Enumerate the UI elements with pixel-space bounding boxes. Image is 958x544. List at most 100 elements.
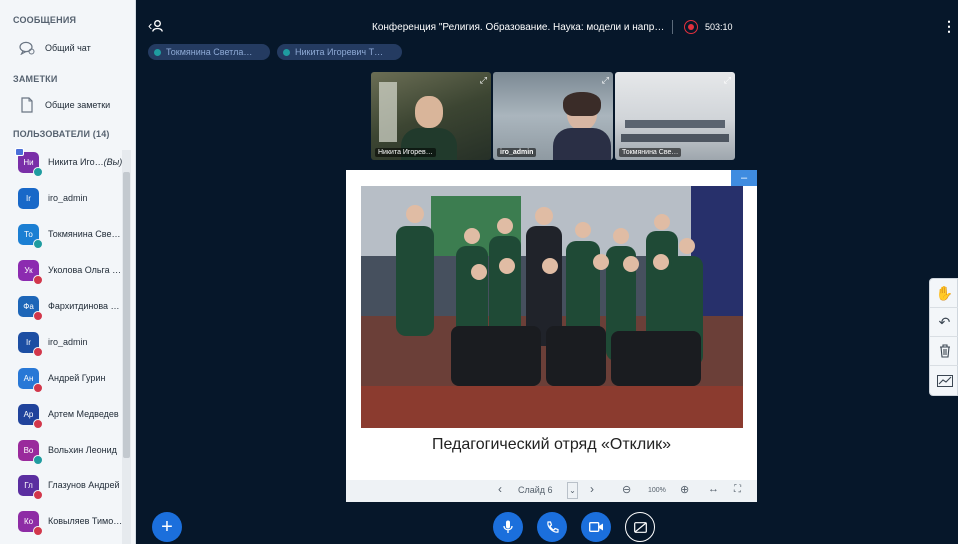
person-body — [553, 128, 611, 160]
audio-status-icon — [33, 489, 43, 500]
user-name-text: Токмянина Све… — [48, 229, 121, 239]
group-photo-image — [361, 186, 743, 428]
user-list-item[interactable]: Ir iro_admin — [18, 186, 122, 210]
top-bar: ‹ Конференция "Религия. Образование. Нау… — [136, 14, 958, 40]
zoom-in-icon[interactable]: ⊕ — [680, 483, 689, 496]
fullscreen-icon[interactable]: ⛶ — [734, 484, 741, 495]
minimize-presentation-button[interactable]: – — [731, 170, 757, 186]
trash-icon[interactable] — [930, 337, 958, 366]
user-name-text: Ковыляев Тимо… — [48, 516, 122, 526]
user-list-item[interactable]: Гл Глазунов Андрей — [18, 473, 122, 500]
audio-status-icon — [33, 346, 43, 357]
chart-icon[interactable] — [930, 366, 958, 395]
undo-icon[interactable]: ↶ — [930, 308, 958, 337]
classroom-desks — [625, 120, 725, 128]
avatar: Фа — [18, 295, 43, 321]
user-name-text: Уколова Ольга … — [48, 265, 122, 275]
user-list-item[interactable]: Ни Никита Иго…(Вы) — [15, 147, 122, 177]
webcam-label: Токмянина Све… — [619, 148, 682, 157]
user-name-text: iro_admin — [48, 193, 88, 203]
avatar-initials: Ir — [26, 337, 31, 347]
expand-icon[interactable]: ⤢ — [602, 75, 609, 86]
user-name-text: Вольхин Леонид — [48, 445, 117, 455]
messages-section-title: СООБЩЕНИЯ — [13, 15, 77, 25]
slide-dropdown-icon[interactable]: ⌄ — [567, 482, 578, 499]
avatar-initials: Ir — [26, 193, 31, 203]
avatar: Ко — [18, 510, 43, 536]
previous-slide-icon[interactable]: ‹ — [498, 482, 502, 496]
expand-icon[interactable]: ⤢ — [480, 75, 487, 86]
avatar-initials: То — [24, 229, 33, 239]
zoom-out-icon[interactable]: ⊖ — [622, 483, 631, 496]
audio-status-icon — [33, 418, 43, 429]
user-name: Вольхин Леонид — [48, 445, 117, 455]
avatar-initials: Гл — [24, 480, 33, 490]
expand-icon[interactable]: ⤢ — [724, 75, 731, 86]
user-name: Глазунов Андрей — [48, 480, 120, 490]
avatar: Гл — [18, 474, 43, 500]
users-section-title: ПОЛЬЗОВАТЕЛИ (14) — [13, 129, 110, 139]
users-scrollbar[interactable] — [122, 150, 131, 544]
conference-title: Конференция "Религия. Образование. Наука… — [372, 22, 665, 33]
webcam-label: Никита Игорев… — [375, 148, 436, 157]
camera-icon[interactable] — [581, 512, 611, 542]
audio-status-icon — [33, 525, 43, 536]
user-name-text: Никита Иго… — [48, 157, 104, 167]
user-name: iro_admin — [48, 337, 88, 347]
user-name: Уколова Ольга … — [48, 265, 121, 275]
window-light — [379, 82, 397, 142]
user-list-item[interactable]: Фа Фархитдинова … — [18, 294, 122, 321]
screen-share-icon[interactable] — [625, 512, 655, 542]
user-list-item[interactable]: Ir iro_admin — [18, 330, 122, 357]
notes-section-title: ЗАМЕТКИ — [13, 74, 58, 84]
shared-notes-link[interactable]: Общие заметки — [18, 94, 110, 116]
talker-indicator-1[interactable]: Токмянина Светла… — [148, 44, 270, 60]
avatar-initials: Во — [23, 445, 34, 455]
phone-icon[interactable] — [537, 512, 567, 542]
main-area: ‹ Конференция "Религия. Образование. Нау… — [136, 0, 958, 544]
avatar-initials: Ар — [23, 409, 34, 419]
user-name-text: Глазунов Андрей — [48, 480, 120, 490]
avatar: Ir — [18, 187, 39, 209]
user-list-item[interactable]: Ко Ковыляев Тимо… — [18, 509, 122, 536]
public-chat-label: Общий чат — [45, 43, 91, 53]
recording-icon[interactable] — [684, 20, 698, 34]
zoom-level: 100% — [648, 487, 666, 494]
public-chat-link[interactable]: Общий чат — [18, 37, 91, 59]
document-icon — [18, 96, 36, 114]
fit-width-icon[interactable]: ↔ — [708, 483, 719, 495]
options-menu-icon[interactable]: ⋮ — [942, 18, 956, 35]
microphone-icon[interactable] — [493, 512, 523, 542]
you-marker: (Вы) — [103, 157, 122, 167]
user-list-item[interactable]: Ар Артем Медведев — [18, 402, 122, 429]
webcam-tile-3[interactable]: ⤢ Токмянина Све… — [615, 72, 735, 160]
avatar-initials: Ан — [23, 373, 34, 383]
avatar-initials: Ук — [24, 265, 33, 275]
user-name: Токмянина Све… — [48, 229, 120, 239]
sidebar: СООБЩЕНИЯ Общий чат ЗАМЕТКИ Общие заметк… — [0, 0, 136, 544]
user-name: Ковыляев Тимо… — [48, 516, 122, 526]
talker-name: Токмянина Светла… — [166, 47, 253, 57]
avatar-initials: Ко — [23, 516, 34, 526]
user-list-item[interactable]: Ан Андрей Гурин — [18, 366, 122, 393]
avatar: Во — [18, 439, 43, 465]
slide-selector[interactable]: Слайд 6 — [518, 485, 553, 495]
user-list-item[interactable]: Во Вольхин Леонид — [18, 438, 122, 465]
user-name: Артем Медведев — [48, 409, 119, 419]
next-slide-icon[interactable]: › — [590, 482, 594, 496]
user-name-text: Андрей Гурин — [48, 373, 106, 383]
recording-time: 503:10 — [705, 22, 733, 32]
audio-status-icon — [33, 274, 43, 285]
webcam-tile-2[interactable]: ⤢ iro_admin — [493, 72, 613, 160]
webcam-tile-1[interactable]: ⤢ Никита Игорев… — [371, 72, 491, 160]
presentation-slide[interactable]: Педагогический отряд «Отклик» — [346, 170, 757, 480]
users-toggle-button[interactable]: ‹ — [148, 18, 164, 33]
user-list-item[interactable]: Ук Уколова Ольга … — [18, 258, 122, 285]
plus-icon[interactable]: + — [152, 512, 182, 542]
audio-status-icon — [33, 454, 43, 465]
user-list-item[interactable]: То Токмянина Све… — [18, 222, 122, 249]
users-scrollbar-thumb[interactable] — [123, 172, 130, 458]
talker-indicator-2[interactable]: Никита Игоревич Т… — [277, 44, 402, 60]
hand-icon[interactable]: ✋ — [930, 279, 958, 308]
person-face — [415, 96, 443, 128]
